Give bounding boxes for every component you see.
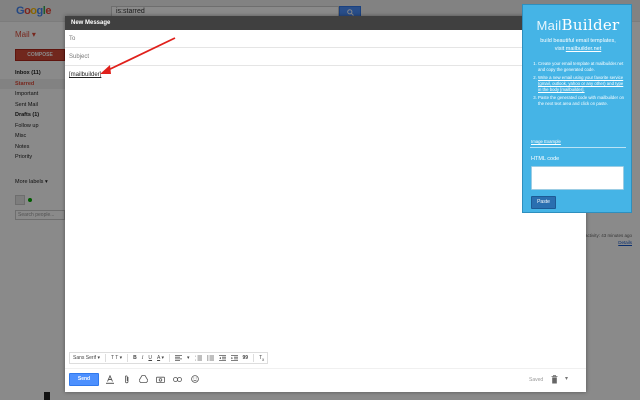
text-color-button[interactable]: A ▾ — [157, 355, 164, 361]
saved-status: Saved — [529, 377, 544, 383]
divider — [104, 354, 106, 362]
paste-button[interactable]: Paste — [531, 196, 556, 209]
to-field[interactable]: To — [65, 30, 586, 48]
compose-title[interactable]: New Message — [65, 16, 586, 30]
svg-text:2: 2 — [195, 360, 197, 361]
indent-more-icon[interactable] — [230, 355, 238, 361]
instruction-step: Paste the generated code with mailbuilde… — [538, 95, 627, 107]
bold-button[interactable]: B — [133, 355, 137, 361]
compose-actions — [105, 374, 199, 384]
message-body[interactable]: [mailbuilder] — [65, 67, 586, 365]
svg-text:1: 1 — [195, 356, 197, 358]
body-text: [mailbuilder] — [69, 72, 102, 78]
bulleted-list-icon[interactable] — [206, 355, 214, 361]
more-options-icon[interactable]: ▾ — [565, 375, 568, 382]
trash-icon[interactable] — [551, 375, 558, 386]
instruction-step: Write a new email using your favorite se… — [538, 75, 627, 93]
chat-icon[interactable] — [44, 392, 50, 400]
mailbuilder-link[interactable]: mailbuilder.net — [566, 46, 601, 52]
quote-button[interactable]: 99 — [243, 355, 249, 361]
divider — [253, 354, 255, 362]
subject-label: Subject — [69, 54, 90, 60]
clear-formatting-button[interactable]: Tx — [259, 355, 264, 362]
numbered-list-icon[interactable]: 12 — [195, 355, 202, 361]
instructions-list: Create your email template at mailbuilde… — [531, 61, 627, 109]
mailbuilder-tagline: build beautiful email templates, visit m… — [540, 38, 616, 52]
subject-field[interactable]: Subject — [65, 48, 586, 66]
attach-icon[interactable] — [122, 374, 131, 384]
instruction-step: Create your email template at mailbuilde… — [538, 61, 627, 73]
font-family-select[interactable]: Sans Serif ▾ — [73, 355, 100, 361]
to-label: To — [69, 36, 76, 42]
underline-button[interactable]: U — [148, 355, 152, 361]
italic-button[interactable]: I — [142, 356, 144, 361]
html-code-input[interactable] — [531, 166, 624, 190]
align-icon[interactable] — [175, 355, 183, 361]
align-dropdown-icon[interactable]: ▾ — [187, 355, 190, 361]
html-code-label: HTML code — [531, 156, 560, 162]
font-size-select[interactable]: T T ▾ — [111, 355, 122, 361]
divider — [169, 354, 171, 362]
emoji-icon[interactable] — [190, 374, 199, 384]
divider — [127, 354, 129, 362]
indent-less-icon[interactable] — [218, 355, 226, 361]
formatting-toolbar: Sans Serif ▾ T T ▾ B I U A ▾ ▾ 12 99 Tx — [69, 352, 269, 364]
drive-icon[interactable] — [139, 374, 148, 384]
mailbuilder-panel: MailBuilder build beautiful email templa… — [522, 4, 632, 213]
photo-icon[interactable] — [156, 374, 165, 384]
image-example-link[interactable]: Image Example — [531, 139, 561, 144]
formatting-options-icon[interactable] — [105, 374, 114, 384]
compose-bottom-bar: Send Saved ▾ — [65, 368, 586, 392]
divider — [530, 147, 626, 148]
link-icon[interactable] — [173, 374, 182, 384]
send-button[interactable]: Send — [69, 373, 99, 386]
mailbuilder-logo: MailBuilder — [536, 16, 620, 34]
compose-window: New Message To Subject [mailbuilder] San… — [65, 16, 586, 392]
